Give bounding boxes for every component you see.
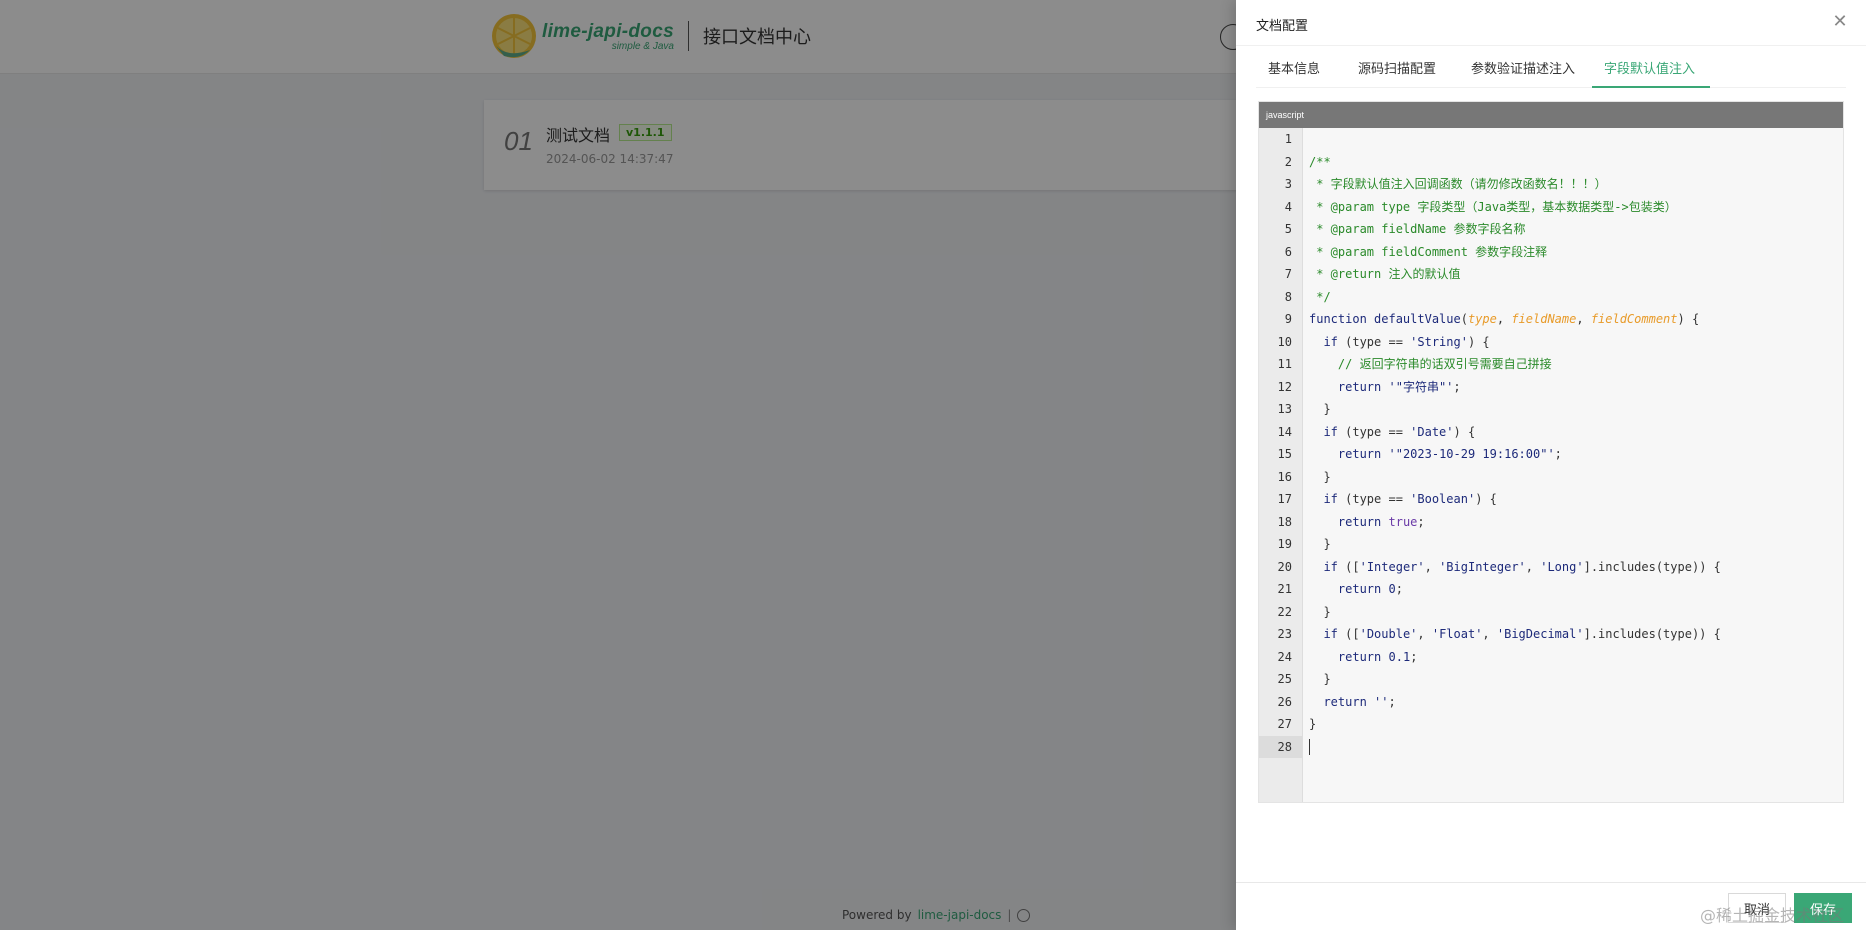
code-line: if (type == 'Date') { — [1323, 424, 1476, 439]
line-number: 19 — [1277, 537, 1292, 551]
line-number: 26 — [1277, 694, 1292, 709]
code-line: return 0.1; — [1337, 649, 1418, 664]
doc-config-drawer: 文档配置 ✕ 基本信息 源码扫描配置 参数验证描述注入 字段默认值注入 java… — [1236, 0, 1866, 930]
code-line: if (['Integer', 'BigInteger', 'Long'].in… — [1323, 559, 1721, 574]
line-number: 15 — [1277, 447, 1292, 461]
line-number: 24 — [1277, 649, 1292, 664]
line-number: 1 — [1284, 132, 1292, 146]
line-number: 10 — [1277, 334, 1292, 349]
code-line: } — [1309, 604, 1331, 619]
line-number: 14 — [1277, 424, 1292, 439]
code-line: } — [1309, 537, 1331, 551]
tab-field-default[interactable]: 字段默认值注入 — [1604, 58, 1695, 77]
code-line: * @param fieldComment 参数字段注释 — [1309, 244, 1548, 259]
drawer-title: 文档配置 — [1256, 19, 1309, 34]
code-line: /** — [1309, 154, 1331, 169]
code-line: function defaultValue(type, fieldName, f… — [1309, 312, 1700, 326]
line-number: 18 — [1277, 514, 1292, 529]
code-line: } — [1309, 469, 1331, 484]
line-number: 9 — [1284, 312, 1292, 326]
tab-source-scan[interactable]: 源码扫描配置 — [1358, 58, 1436, 77]
line-number: 28 — [1259, 735, 1302, 758]
code-line: if (type == 'String') { — [1323, 334, 1490, 349]
code-line: return true; — [1337, 514, 1425, 529]
active-tab-indicator — [1592, 86, 1710, 88]
code-line: * @param fieldName 参数字段名称 — [1309, 222, 1526, 236]
line-number: 8 — [1284, 289, 1292, 304]
close-icon[interactable]: ✕ — [1828, 10, 1852, 34]
code-line: // 返回字符串的话双引号需要自己拼接 — [1337, 357, 1552, 371]
code-line: return '"字符串"'; — [1337, 379, 1461, 394]
line-number: 21 — [1277, 582, 1292, 596]
line-number: 5 — [1284, 222, 1292, 236]
line-number: 17 — [1277, 492, 1292, 506]
code-line: * @return 注入的默认值 — [1309, 267, 1461, 281]
line-number: 23 — [1277, 627, 1292, 641]
code-content[interactable]: /** * 字段默认值注入回调函数（请勿修改函数名！！！） * @param t… — [1309, 128, 1843, 758]
line-number: 27 — [1277, 717, 1292, 731]
config-tabs: 基本信息 源码扫描配置 参数验证描述注入 字段默认值注入 — [1256, 46, 1846, 88]
code-line: return 0; — [1337, 582, 1403, 596]
line-number: 3 — [1284, 177, 1292, 191]
line-gutter: 1 2 3 4 5 6 7 8 9 10 11 12 13 14 15 16 1… — [1259, 128, 1303, 802]
text-caret — [1309, 739, 1310, 755]
line-number: 12 — [1277, 379, 1292, 394]
code-line: if (['Double', 'Float', 'BigDecimal'].in… — [1323, 627, 1721, 641]
line-number: 25 — [1277, 672, 1292, 686]
code-line: return '"2023-10-29 19:16:00"'; — [1337, 447, 1562, 461]
line-number: 11 — [1277, 357, 1292, 371]
line-number: 4 — [1284, 199, 1292, 214]
code-line: * @param type 字段类型（Java类型，基本数据类型->包装类） — [1309, 199, 1677, 214]
code-line: } — [1309, 717, 1317, 731]
tab-param-validation[interactable]: 参数验证描述注入 — [1471, 58, 1575, 77]
line-number: 7 — [1284, 267, 1292, 281]
tab-basic-info[interactable]: 基本信息 — [1268, 58, 1320, 77]
watermark: @稀土掘金技术社区 — [1700, 906, 1845, 925]
code-line: if (type == 'Boolean') { — [1323, 492, 1497, 506]
code-line: } — [1309, 672, 1331, 686]
code-line: return ''; — [1323, 694, 1396, 709]
line-number: 16 — [1277, 469, 1292, 484]
code-editor[interactable]: javascript 1 2 3 4 5 6 7 8 9 10 11 12 13… — [1258, 101, 1844, 803]
drawer-header: 文档配置 ✕ — [1236, 0, 1866, 46]
editor-language: javascript — [1259, 102, 1843, 128]
line-number: 13 — [1277, 402, 1292, 416]
code-line — [1309, 736, 1843, 759]
line-number: 22 — [1277, 604, 1292, 619]
code-line: } — [1309, 402, 1331, 416]
line-number: 6 — [1284, 244, 1292, 259]
code-line: * 字段默认值注入回调函数（请勿修改函数名！！！） — [1309, 177, 1607, 191]
line-number: 2 — [1284, 154, 1292, 169]
code-line: */ — [1309, 289, 1331, 304]
line-number: 20 — [1277, 559, 1292, 574]
